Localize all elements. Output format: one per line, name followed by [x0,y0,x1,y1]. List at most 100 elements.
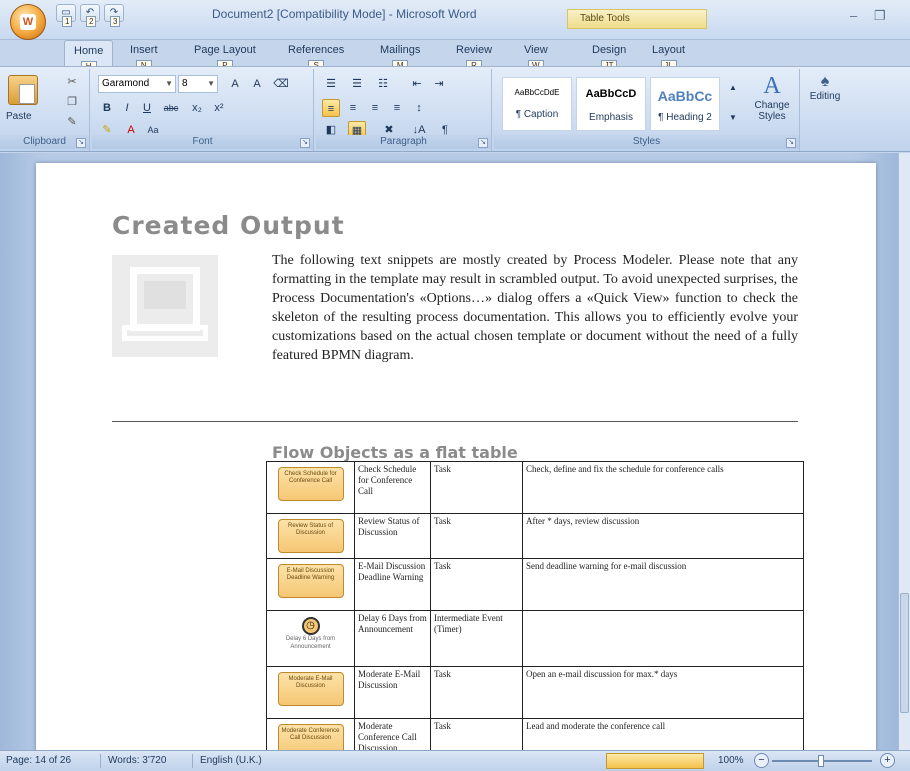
type-cell: Task [430,558,523,611]
font-size-select[interactable]: 8 ▼ [178,75,218,93]
bullets-icon[interactable]: ☰ [322,75,340,93]
font-family-select[interactable]: Garamond ▼ [98,75,176,93]
underline-button[interactable]: U [138,99,156,117]
tab-home[interactable]: HomeH [64,40,114,72]
shrink-font-button[interactable]: A [248,75,266,93]
tab-view[interactable]: ViewW [524,44,548,71]
line-spacing-icon[interactable]: ↕ [410,99,428,117]
document-page[interactable]: Created Output The following text snippe… [36,163,876,750]
word-count[interactable]: Words: 3'720 [108,755,166,766]
tab-mailings[interactable]: MailingsM [380,44,421,71]
tab-label: Design [592,44,627,56]
task-shape-icon: Check Schedule for Conference Call [277,467,344,501]
restore-button[interactable]: ❐ [874,8,886,24]
table-row: Moderate Conference Call Discussion Moder… [266,718,804,750]
shape-label: Delay 6 Days from Announcement [285,636,336,650]
tab-label: Mailings [380,44,421,56]
style-heading-2[interactable]: AaBbCc ¶ Heading 2 [650,77,720,131]
zoom-slider-thumb[interactable] [818,755,824,767]
shape-cell: Review Status of Discussion [266,513,355,559]
styles-scroll-up-icon[interactable]: ▲ [724,79,742,97]
shape-cell: E-Mail Discussion Deadline Warning [266,558,355,611]
numbering-icon[interactable]: ☰ [348,75,366,93]
language[interactable]: English (U.K.) [200,755,262,766]
tab-review[interactable]: ReviewR [456,44,492,71]
increase-indent-icon[interactable]: ⇥ [430,75,448,93]
table-row: E-Mail Discussion Deadline Warning E-Mail… [266,558,804,611]
table-row: ◷ Delay 6 Days from Announcement Delay 6 D… [266,610,804,667]
change-styles-icon: A [763,73,781,99]
minimize-button[interactable]: – [850,8,857,23]
document-area: Created Output The following text snippe… [0,153,898,750]
launcher-icon[interactable]: ↘ [76,138,86,148]
tab-design[interactable]: DesignJT [592,44,627,71]
desc-cell: Send deadline warning for e-mail discuss… [522,558,804,611]
change-styles-button[interactable]: A Change Styles [748,73,796,122]
keytip-save: 1 [62,16,73,27]
cut-icon[interactable]: ✂ [64,75,80,89]
superscript-button[interactable]: x² [210,99,228,117]
zoom-out-button[interactable]: − [754,753,769,768]
align-center-icon[interactable]: ≡ [344,99,362,117]
style-caption[interactable]: AaBbCcDdE ¶ Caption [502,77,572,131]
chevron-down-icon: ▼ [207,79,215,88]
page-count[interactable]: Page: 14 of 26 [6,755,71,766]
clear-formatting-icon[interactable]: ⌫ [272,75,290,93]
style-name: ¶ Caption [515,109,559,120]
binoculars-icon: ♠ [820,73,830,90]
status-bar: Page: 14 of 26 Words: 3'720 English (U.K… [0,750,910,771]
copy-icon[interactable]: ❐ [64,95,80,109]
italic-button[interactable]: I [118,99,136,117]
launcher-icon[interactable]: ↘ [478,138,488,148]
justify-icon[interactable]: ≡ [388,99,406,117]
grow-font-button[interactable]: A [226,75,244,93]
decrease-indent-icon[interactable]: ⇤ [408,75,426,93]
group-label: Font [92,135,313,149]
editing-button[interactable]: ♠ Editing [806,73,844,102]
shape-cell: Check Schedule for Conference Call [266,461,355,514]
timer-event-icon: ◷ Delay 6 Days from Announcement [270,617,351,651]
view-buttons[interactable] [606,753,704,769]
format-painter-icon[interactable]: ✎ [64,115,80,129]
vertical-scrollbar[interactable] [898,153,910,750]
align-right-icon[interactable]: ≡ [366,99,384,117]
style-emphasis[interactable]: AaBbCcD Emphasis [576,77,646,131]
styles-more-icon[interactable]: ▼ [724,109,742,127]
launcher-icon[interactable]: ↘ [786,138,796,148]
zoom-level[interactable]: 100% [718,755,744,766]
task-shape-icon: Moderate Conference Call Discussion [277,724,344,750]
keyboard-shape [122,325,208,341]
multilevel-list-icon[interactable]: ☷ [374,75,392,93]
table-heading: Flow Objects as a flat table [272,443,518,462]
shape-cell: Moderate E-Mail Discussion [266,666,355,719]
task-shape-icon: E-Mail Discussion Deadline Warning [277,564,344,598]
office-button[interactable]: W [10,4,46,40]
type-cell: Task [430,718,523,750]
desc-cell [522,610,804,667]
table-row: Moderate E-Mail Discussion Moderate E-Mai… [266,666,804,719]
chevron-down-icon: ▼ [165,79,173,88]
paste-button[interactable]: Paste [6,111,32,122]
tab-label: Home [74,45,104,57]
tab-layout[interactable]: LayoutJL [652,44,685,71]
word-logo-icon: W [20,14,36,30]
strikethrough-button[interactable]: abc [162,99,180,117]
tab-label: Insert [130,44,158,56]
bold-button[interactable]: B [98,99,116,117]
separator [100,754,101,768]
tab-insert[interactable]: InsertN [130,44,158,71]
launcher-icon[interactable]: ↘ [300,138,310,148]
keytip-redo: 3 [110,16,121,27]
desc-cell: Check, define and fix the schedule for c… [522,461,804,514]
subscript-button[interactable]: x₂ [188,99,206,117]
font-family-value: Garamond [102,78,150,89]
tab-page-layout[interactable]: Page LayoutP [194,44,256,71]
zoom-in-button[interactable]: + [880,753,895,768]
name-cell: Check Schedule for Conference Call [354,461,431,514]
align-left-icon[interactable]: ≡ [322,99,340,117]
scrollbar-thumb[interactable] [900,593,909,713]
paste-icon[interactable] [8,75,38,105]
type-cell: Intermediate Event (Timer) [430,610,523,667]
tab-references[interactable]: ReferencesS [288,44,344,71]
table-row: Check Schedule for Conference Call Check … [266,461,804,514]
